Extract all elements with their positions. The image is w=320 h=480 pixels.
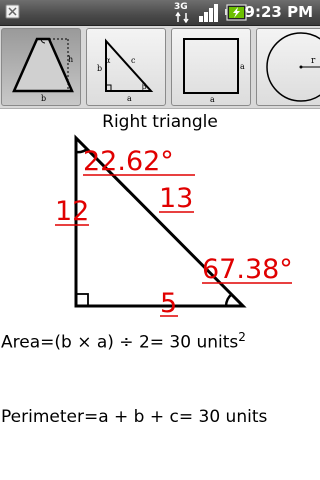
- status-bar: 3G 9:23 PM: [0, 0, 320, 26]
- tab-trapezoid[interactable]: h b: [1, 28, 81, 106]
- triangle-alpha-label: α: [105, 56, 111, 65]
- perimeter-formula: a + b + c: [98, 407, 179, 427]
- triangle-c-label: c: [131, 56, 136, 65]
- area-exponent: 2: [238, 330, 246, 344]
- circle-icon: r: [266, 32, 320, 102]
- bottom-right-angle-arc: [224, 293, 233, 307]
- hypotenuse-label: 13: [159, 183, 193, 214]
- notification-icon[interactable]: [5, 4, 20, 19]
- clock: 9:23 PM: [244, 3, 313, 21]
- tab-square[interactable]: a a: [171, 28, 251, 106]
- trapezoid-icon: h b: [12, 37, 74, 103]
- trapezoid-h-label: h: [68, 55, 73, 64]
- area-formula: (b × a) ÷ 2: [54, 332, 150, 353]
- area-value: = 30 units: [149, 332, 239, 353]
- bottom-right-angle-label: 67.38°: [202, 254, 293, 285]
- area-prefix: Area=: [1, 332, 55, 353]
- triangle-figure: 22.62° 12 13 67.38° 5: [55, 134, 293, 319]
- right-angle-marker: [75, 293, 89, 307]
- left-side-label: 12: [55, 196, 89, 227]
- trapezoid-b-label: b: [41, 94, 46, 103]
- shape-tab-bar: h b α b c a β a a r: [0, 26, 320, 109]
- square-bottom-label: a: [210, 95, 215, 104]
- triangle-a-label: a: [127, 94, 132, 103]
- top-angle-label: 22.62°: [83, 146, 174, 177]
- triangle-b-label: b: [97, 64, 102, 73]
- perimeter-result: Perimeter=a + b + c= 30 units: [1, 407, 267, 427]
- page-title: Right triangle: [102, 112, 218, 132]
- triangle-beta-label: β: [142, 82, 147, 91]
- circle-r-label: r: [311, 56, 316, 66]
- square-icon: a a: [183, 38, 245, 104]
- perimeter-value: = 30 units: [178, 407, 268, 427]
- area-result: Area=(b × a) ÷ 2= 30 units2: [1, 330, 246, 353]
- square-right-label: a: [240, 62, 245, 71]
- tab-circle[interactable]: r: [256, 28, 320, 106]
- bottom-side-label: 5: [160, 288, 177, 319]
- right-triangle-icon: α b c a β: [97, 38, 154, 103]
- tab-right-triangle[interactable]: α b c a β: [86, 28, 166, 106]
- perimeter-prefix: Perimeter=: [1, 407, 99, 427]
- signal-icon: [199, 4, 218, 22]
- 3g-data-icon: 3G: [174, 2, 192, 23]
